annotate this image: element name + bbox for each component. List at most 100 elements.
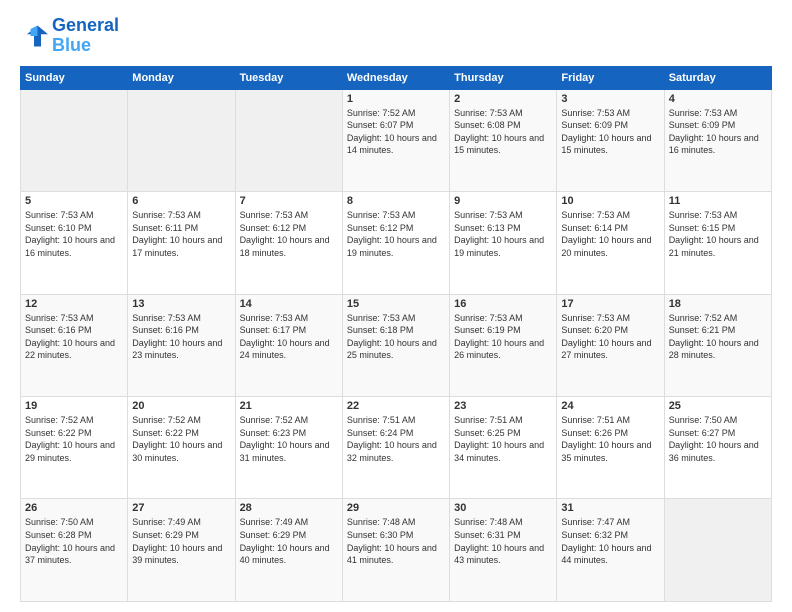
cell-info: Sunrise: 7:48 AM Sunset: 6:31 PM Dayligh… — [454, 516, 552, 566]
day-number: 29 — [347, 502, 445, 514]
cell-info: Sunrise: 7:53 AM Sunset: 6:19 PM Dayligh… — [454, 312, 552, 362]
day-number: 26 — [25, 502, 123, 514]
cell-info: Sunrise: 7:50 AM Sunset: 6:28 PM Dayligh… — [25, 516, 123, 566]
day-number: 10 — [561, 195, 659, 207]
day-number: 6 — [132, 195, 230, 207]
day-number: 19 — [25, 400, 123, 412]
day-number: 4 — [669, 93, 767, 105]
cell-info: Sunrise: 7:53 AM Sunset: 6:16 PM Dayligh… — [25, 312, 123, 362]
page: General Blue SundayMondayTuesdayWednesda… — [0, 0, 792, 612]
day-number: 12 — [25, 298, 123, 310]
calendar-cell: 8 Sunrise: 7:53 AM Sunset: 6:12 PM Dayli… — [342, 192, 449, 294]
weekday-header-cell: Friday — [557, 66, 664, 89]
calendar-cell: 24 Sunrise: 7:51 AM Sunset: 6:26 PM Dayl… — [557, 397, 664, 499]
day-number: 14 — [240, 298, 338, 310]
calendar-row: 26 Sunrise: 7:50 AM Sunset: 6:28 PM Dayl… — [21, 499, 772, 602]
cell-info: Sunrise: 7:49 AM Sunset: 6:29 PM Dayligh… — [132, 516, 230, 566]
logo: General Blue — [20, 16, 119, 56]
header: General Blue — [20, 16, 772, 56]
calendar-cell: 22 Sunrise: 7:51 AM Sunset: 6:24 PM Dayl… — [342, 397, 449, 499]
calendar-cell: 18 Sunrise: 7:52 AM Sunset: 6:21 PM Dayl… — [664, 294, 771, 396]
calendar-cell: 15 Sunrise: 7:53 AM Sunset: 6:18 PM Dayl… — [342, 294, 449, 396]
cell-info: Sunrise: 7:53 AM Sunset: 6:12 PM Dayligh… — [240, 209, 338, 259]
day-number: 28 — [240, 502, 338, 514]
day-number: 31 — [561, 502, 659, 514]
day-number: 17 — [561, 298, 659, 310]
calendar-table: SundayMondayTuesdayWednesdayThursdayFrid… — [20, 66, 772, 602]
day-number: 20 — [132, 400, 230, 412]
day-number: 24 — [561, 400, 659, 412]
day-number: 18 — [669, 298, 767, 310]
cell-info: Sunrise: 7:52 AM Sunset: 6:07 PM Dayligh… — [347, 107, 445, 157]
calendar-cell: 10 Sunrise: 7:53 AM Sunset: 6:14 PM Dayl… — [557, 192, 664, 294]
calendar-cell: 7 Sunrise: 7:53 AM Sunset: 6:12 PM Dayli… — [235, 192, 342, 294]
calendar-cell: 27 Sunrise: 7:49 AM Sunset: 6:29 PM Dayl… — [128, 499, 235, 602]
calendar-row: 5 Sunrise: 7:53 AM Sunset: 6:10 PM Dayli… — [21, 192, 772, 294]
day-number: 15 — [347, 298, 445, 310]
day-number: 11 — [669, 195, 767, 207]
cell-info: Sunrise: 7:48 AM Sunset: 6:30 PM Dayligh… — [347, 516, 445, 566]
cell-info: Sunrise: 7:53 AM Sunset: 6:08 PM Dayligh… — [454, 107, 552, 157]
cell-info: Sunrise: 7:47 AM Sunset: 6:32 PM Dayligh… — [561, 516, 659, 566]
day-number: 8 — [347, 195, 445, 207]
calendar-cell: 25 Sunrise: 7:50 AM Sunset: 6:27 PM Dayl… — [664, 397, 771, 499]
calendar-row: 12 Sunrise: 7:53 AM Sunset: 6:16 PM Dayl… — [21, 294, 772, 396]
day-number: 5 — [25, 195, 123, 207]
calendar-cell — [128, 89, 235, 191]
calendar-cell: 28 Sunrise: 7:49 AM Sunset: 6:29 PM Dayl… — [235, 499, 342, 602]
calendar-cell: 26 Sunrise: 7:50 AM Sunset: 6:28 PM Dayl… — [21, 499, 128, 602]
day-number: 27 — [132, 502, 230, 514]
cell-info: Sunrise: 7:52 AM Sunset: 6:23 PM Dayligh… — [240, 414, 338, 464]
cell-info: Sunrise: 7:52 AM Sunset: 6:21 PM Dayligh… — [669, 312, 767, 362]
cell-info: Sunrise: 7:53 AM Sunset: 6:10 PM Dayligh… — [25, 209, 123, 259]
day-number: 13 — [132, 298, 230, 310]
calendar-cell: 1 Sunrise: 7:52 AM Sunset: 6:07 PM Dayli… — [342, 89, 449, 191]
day-number: 7 — [240, 195, 338, 207]
calendar-cell: 9 Sunrise: 7:53 AM Sunset: 6:13 PM Dayli… — [450, 192, 557, 294]
cell-info: Sunrise: 7:50 AM Sunset: 6:27 PM Dayligh… — [669, 414, 767, 464]
calendar-cell: 17 Sunrise: 7:53 AM Sunset: 6:20 PM Dayl… — [557, 294, 664, 396]
day-number: 3 — [561, 93, 659, 105]
day-number: 9 — [454, 195, 552, 207]
day-number: 23 — [454, 400, 552, 412]
weekday-header-cell: Monday — [128, 66, 235, 89]
cell-info: Sunrise: 7:53 AM Sunset: 6:09 PM Dayligh… — [561, 107, 659, 157]
calendar-body: 1 Sunrise: 7:52 AM Sunset: 6:07 PM Dayli… — [21, 89, 772, 601]
cell-info: Sunrise: 7:53 AM Sunset: 6:15 PM Dayligh… — [669, 209, 767, 259]
cell-info: Sunrise: 7:52 AM Sunset: 6:22 PM Dayligh… — [132, 414, 230, 464]
cell-info: Sunrise: 7:53 AM Sunset: 6:20 PM Dayligh… — [561, 312, 659, 362]
calendar-cell: 6 Sunrise: 7:53 AM Sunset: 6:11 PM Dayli… — [128, 192, 235, 294]
calendar-cell: 2 Sunrise: 7:53 AM Sunset: 6:08 PM Dayli… — [450, 89, 557, 191]
calendar-cell: 21 Sunrise: 7:52 AM Sunset: 6:23 PM Dayl… — [235, 397, 342, 499]
cell-info: Sunrise: 7:53 AM Sunset: 6:12 PM Dayligh… — [347, 209, 445, 259]
cell-info: Sunrise: 7:51 AM Sunset: 6:24 PM Dayligh… — [347, 414, 445, 464]
weekday-header-cell: Tuesday — [235, 66, 342, 89]
calendar-row: 19 Sunrise: 7:52 AM Sunset: 6:22 PM Dayl… — [21, 397, 772, 499]
calendar-cell: 31 Sunrise: 7:47 AM Sunset: 6:32 PM Dayl… — [557, 499, 664, 602]
calendar-cell: 13 Sunrise: 7:53 AM Sunset: 6:16 PM Dayl… — [128, 294, 235, 396]
cell-info: Sunrise: 7:53 AM Sunset: 6:13 PM Dayligh… — [454, 209, 552, 259]
day-number: 2 — [454, 93, 552, 105]
weekday-header-cell: Wednesday — [342, 66, 449, 89]
weekday-header-cell: Sunday — [21, 66, 128, 89]
calendar-cell: 11 Sunrise: 7:53 AM Sunset: 6:15 PM Dayl… — [664, 192, 771, 294]
calendar-cell: 4 Sunrise: 7:53 AM Sunset: 6:09 PM Dayli… — [664, 89, 771, 191]
cell-info: Sunrise: 7:51 AM Sunset: 6:25 PM Dayligh… — [454, 414, 552, 464]
weekday-header-cell: Thursday — [450, 66, 557, 89]
calendar-cell: 3 Sunrise: 7:53 AM Sunset: 6:09 PM Dayli… — [557, 89, 664, 191]
day-number: 1 — [347, 93, 445, 105]
cell-info: Sunrise: 7:53 AM Sunset: 6:18 PM Dayligh… — [347, 312, 445, 362]
cell-info: Sunrise: 7:52 AM Sunset: 6:22 PM Dayligh… — [25, 414, 123, 464]
day-number: 22 — [347, 400, 445, 412]
cell-info: Sunrise: 7:53 AM Sunset: 6:14 PM Dayligh… — [561, 209, 659, 259]
weekday-header-row: SundayMondayTuesdayWednesdayThursdayFrid… — [21, 66, 772, 89]
cell-info: Sunrise: 7:53 AM Sunset: 6:17 PM Dayligh… — [240, 312, 338, 362]
calendar-cell: 12 Sunrise: 7:53 AM Sunset: 6:16 PM Dayl… — [21, 294, 128, 396]
calendar-cell: 30 Sunrise: 7:48 AM Sunset: 6:31 PM Dayl… — [450, 499, 557, 602]
day-number: 16 — [454, 298, 552, 310]
calendar-cell — [21, 89, 128, 191]
calendar-cell: 20 Sunrise: 7:52 AM Sunset: 6:22 PM Dayl… — [128, 397, 235, 499]
day-number: 25 — [669, 400, 767, 412]
logo-icon — [20, 22, 48, 50]
calendar-cell: 5 Sunrise: 7:53 AM Sunset: 6:10 PM Dayli… — [21, 192, 128, 294]
